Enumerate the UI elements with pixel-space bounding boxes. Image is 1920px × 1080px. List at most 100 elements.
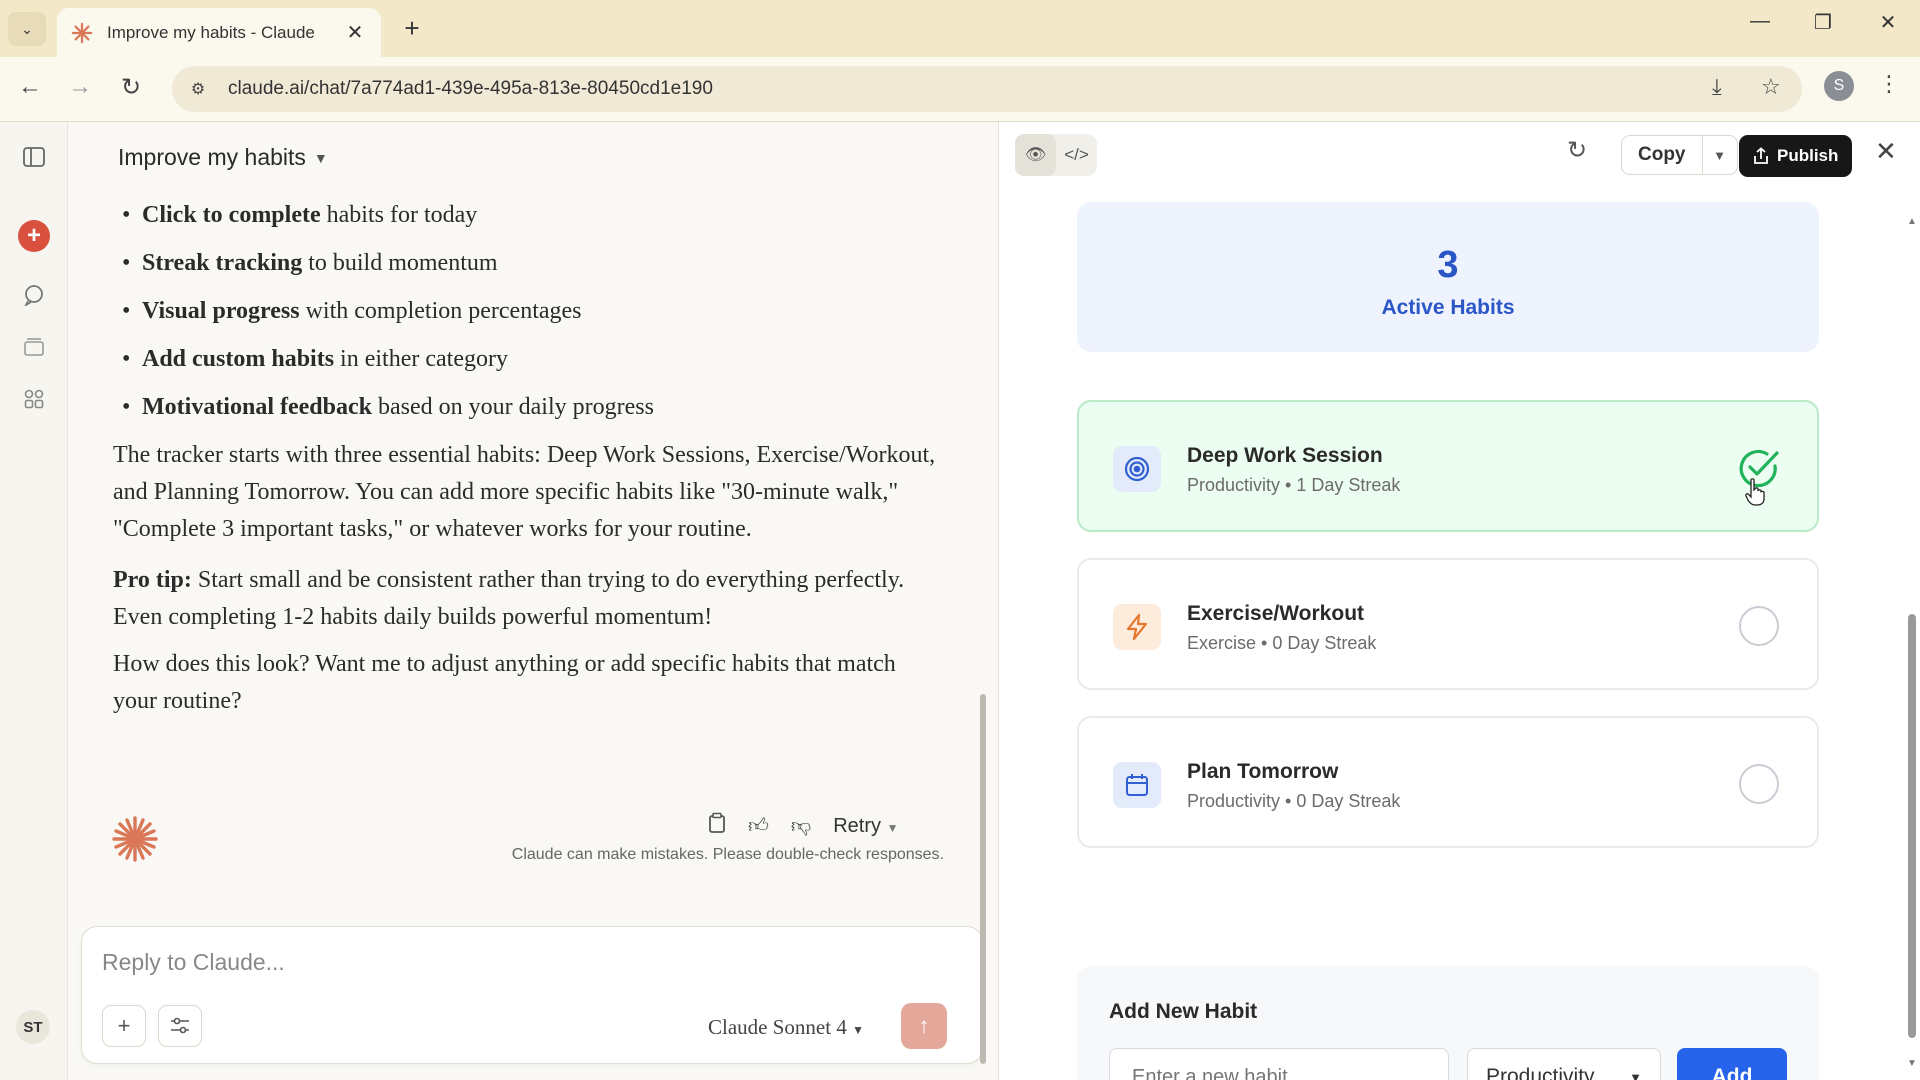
pro-tip-paragraph: Pro tip: Start small and be consistent r… [113,567,905,630]
habit-meta: Productivity • 0 Day Streak [1187,791,1401,811]
calendar-icon [1113,762,1161,808]
artifact-scrollbar[interactable]: ▲ ▼ [1905,186,1919,1080]
profile-avatar[interactable]: S [1824,71,1854,101]
reload-icon[interactable]: ↻ [114,73,148,102]
browser-tab-active[interactable]: Improve my habits - Claude ✕ [57,8,381,57]
add-habit-title: Add New Habit [1109,1000,1258,1023]
scroll-down-icon[interactable]: ▼ [1907,1058,1917,1069]
model-selector[interactable]: Claude Sonnet 4 ▼ [708,1015,864,1040]
new-chat-button[interactable]: + [18,220,50,252]
stat-label: Active Habits [1381,296,1515,319]
chevron-down-icon: ▼ [852,1023,864,1037]
active-habits-stat: 3 Active Habits [1077,202,1819,352]
site-settings-icon[interactable]: ⚙ [186,79,210,99]
habit-tracker-preview: 3 Active Habits Deep Work Session Produc… [999,186,1920,1080]
list-item: Visual progress with completion percenta… [113,293,943,330]
message-paragraph: The tracker starts with three essential … [113,442,936,542]
install-app-icon[interactable]: ⤓ [1712,74,1722,100]
refresh-icon[interactable]: ↻ [1567,136,1587,165]
arrow-up-icon: ↑ [918,1013,930,1038]
message-paragraph: How does this look? Want me to adjust an… [113,651,896,714]
thumbs-down-icon[interactable]: 👎︎ [791,814,811,838]
copy-button[interactable]: Copy [1622,136,1703,174]
add-habit-form: Add New Habit Productivity ▼ Add [1077,966,1819,1080]
habit-name: Plan Tomorrow [1187,760,1339,783]
send-button[interactable]: ↑ [901,1003,947,1049]
left-sidebar-rail: + ST [0,122,68,1080]
copy-options-chevron-icon[interactable]: ▼ [1703,148,1737,163]
forward-icon[interactable]: → [63,73,97,101]
habit-meta: Exercise • 0 Day Streak [1187,633,1377,653]
habit-name: Exercise/Workout [1187,602,1365,625]
feature-list: Click to complete habits for today Strea… [113,197,943,426]
tab-title: Improve my habits - Claude [107,22,315,42]
target-icon [1113,446,1161,492]
claude-favicon-icon [71,22,93,43]
habit-card-deep-work[interactable]: Deep Work Session Productivity • 1 Day S… [1077,400,1819,532]
retry-button[interactable]: Retry ▼ [833,815,898,838]
sidebar-toggle-icon[interactable] [17,140,51,174]
chats-icon[interactable] [17,278,51,312]
chat-title-button[interactable]: Improve my habits ▼ [118,144,328,171]
bookmark-star-icon[interactable]: ☆ [1761,74,1781,100]
mouse-pointer-icon [1745,478,1765,506]
close-tab-icon[interactable]: ✕ [343,20,367,45]
list-item: Motivational feedback based on your dail… [113,389,943,426]
claude-logo-icon [112,816,158,862]
browser-menu-icon[interactable]: ⋮ [1878,71,1900,97]
tools-button[interactable] [158,1005,202,1047]
reply-input[interactable]: Reply to Claude... [102,949,285,976]
artifact-header: 👁︎ </> ↻ Copy ▼ Publish ✕ [999,122,1920,186]
chat-panel: Improve my habits ▼ Click to complete ha… [68,122,1067,1080]
browser-tab-bar: ⌄ Improve my habits - Claude ✕ + — ❐ ✕ [0,0,1920,57]
back-icon[interactable]: ← [13,73,47,101]
copy-button-group: Copy ▼ [1621,135,1738,175]
close-artifact-icon[interactable]: ✕ [1875,136,1897,167]
restore-window-icon[interactable]: ❐ [1803,10,1843,35]
user-avatar[interactable]: ST [16,1010,50,1044]
chat-title-text: Improve my habits [118,144,306,170]
chevron-down-icon: ⌄ [21,20,33,37]
publish-button[interactable]: Publish [1739,135,1853,177]
sliders-icon [171,1017,189,1034]
habit-card-plan-tomorrow[interactable]: Plan Tomorrow Productivity • 0 Day Strea… [1077,716,1819,848]
view-toggle: 👁︎ </> [1015,134,1097,176]
stat-value: 3 [1437,244,1459,286]
share-upload-icon [1754,147,1768,164]
artifact-panel: 👁︎ </> ↻ Copy ▼ Publish ✕ 3 Active Habit… [998,122,1920,1080]
habit-card-exercise[interactable]: Exercise/Workout Exercise • 0 Day Streak [1077,558,1819,690]
add-habit-button[interactable]: Add [1677,1048,1787,1080]
scrollbar-thumb[interactable] [1908,614,1916,1038]
projects-icon[interactable] [17,330,51,364]
disclaimer-text: Claude can make mistakes. Please double-… [511,846,944,863]
scroll-up-icon[interactable]: ▲ [1907,216,1917,227]
new-habit-input[interactable] [1109,1048,1449,1080]
category-select[interactable]: Productivity ▼ [1467,1048,1661,1080]
tab-search-button[interactable]: ⌄ [8,12,46,46]
habit-meta: Productivity • 1 Day Streak [1187,475,1401,495]
code-icon[interactable]: </> [1056,134,1097,176]
habit-name: Deep Work Session [1187,444,1383,467]
list-item: Add custom habits in either category [113,341,943,378]
chevron-down-icon: ▼ [886,820,899,835]
chevron-down-icon: ▼ [313,149,328,166]
close-window-icon[interactable]: ✕ [1868,10,1908,35]
habit-complete-toggle[interactable] [1739,606,1779,646]
list-item: Click to complete habits for today [113,197,943,234]
plus-icon: + [117,1013,131,1038]
preview-eye-icon[interactable]: 👁︎ [1015,134,1056,176]
url-text: claude.ai/chat/7a774ad1-439e-495a-813e-8… [228,78,713,99]
add-attachment-button[interactable]: + [102,1005,146,1047]
browser-toolbar: ← → ↻ ⚙ claude.ai/chat/7a774ad1-439e-495… [0,57,1920,122]
assistant-message: Click to complete habits for today Strea… [113,197,943,720]
artifacts-icon[interactable] [17,382,51,416]
minimize-icon[interactable]: — [1740,10,1780,33]
habit-complete-toggle[interactable] [1739,764,1779,804]
new-tab-button[interactable]: + [397,13,427,44]
thumbs-up-icon[interactable]: 👍︎ [748,814,769,838]
address-bar[interactable]: ⚙ claude.ai/chat/7a774ad1-439e-495a-813e… [172,66,1802,112]
copy-message-icon[interactable] [708,812,726,840]
message-actions: 👍︎ 👎︎ Retry ▼ [708,812,898,840]
chat-scrollbar[interactable] [980,694,986,1064]
reply-composer[interactable]: Reply to Claude... + Claude Sonnet 4 ▼ ↑ [81,926,983,1064]
